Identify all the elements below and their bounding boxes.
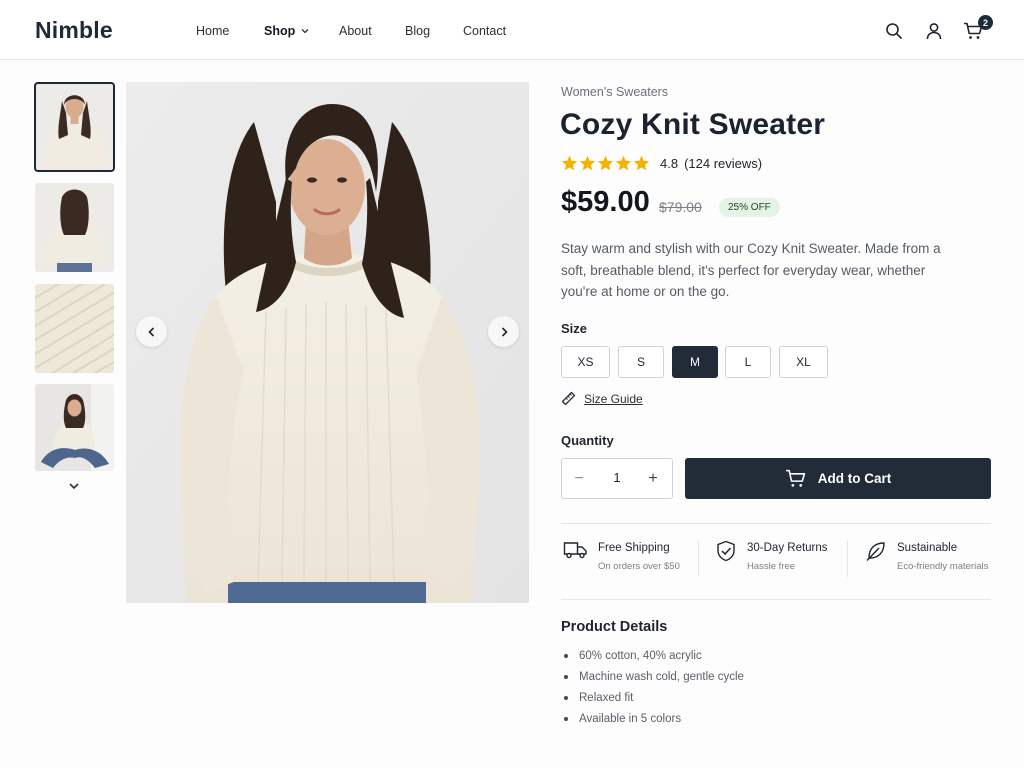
feature-free-shipping: Free Shipping On orders over $50 — [563, 540, 680, 572]
star-icon — [561, 155, 578, 171]
feature-divider — [847, 541, 848, 577]
thumbnail-seated[interactable] — [35, 384, 114, 471]
feature-title: Free Shipping — [598, 542, 670, 554]
ruler-icon — [561, 391, 576, 406]
decrease-quantity-button[interactable]: − — [562, 459, 596, 498]
list-item: Available in 5 colors — [561, 710, 744, 731]
user-icon — [926, 23, 942, 40]
next-image-button[interactable] — [488, 316, 519, 347]
brand-logo[interactable]: Nimble — [35, 17, 113, 44]
feature-sustainable: Sustainable Eco-friendly materials — [865, 540, 988, 572]
rating-stars — [561, 155, 650, 171]
increase-quantity-button[interactable]: + — [636, 459, 670, 498]
nav-about[interactable]: About — [339, 24, 372, 38]
main-product-image — [126, 82, 529, 603]
size-option-xs[interactable]: XS — [561, 346, 610, 378]
divider — [561, 599, 991, 600]
size-guide-link[interactable]: Size Guide — [561, 391, 643, 406]
quantity-stepper: − 1 + — [561, 458, 673, 499]
feature-returns: 30-Day Returns Hassle free — [715, 540, 828, 572]
thumbnail-front[interactable] — [34, 82, 115, 172]
list-item: Relaxed fit — [561, 689, 744, 710]
cart-count-badge: 2 — [978, 15, 993, 30]
feature-title: Sustainable — [897, 542, 958, 554]
product-details-list: 60% cotton, 40% acrylic Machine wash col… — [561, 647, 744, 731]
nav-contact[interactable]: Contact — [463, 24, 506, 38]
star-icon — [579, 155, 596, 171]
list-item: 60% cotton, 40% acrylic — [561, 647, 744, 668]
account-button[interactable] — [923, 20, 945, 42]
size-option-xl[interactable]: XL — [779, 346, 828, 378]
add-to-cart-label: Add to Cart — [817, 471, 892, 486]
current-price: $59.00 — [561, 186, 650, 218]
add-to-cart-button[interactable]: Add to Cart — [685, 458, 991, 499]
size-guide-label: Size Guide — [584, 391, 643, 406]
size-option-l[interactable]: L — [725, 346, 771, 378]
size-option-s[interactable]: S — [618, 346, 664, 378]
search-icon — [886, 23, 902, 39]
thumbnail-back[interactable] — [35, 183, 114, 272]
feature-subtitle: On orders over $50 — [598, 561, 680, 572]
truck-icon — [563, 542, 587, 559]
shield-check-icon — [717, 540, 735, 562]
chevron-down-icon — [69, 483, 79, 490]
star-icon — [615, 155, 632, 171]
leaf-icon — [866, 542, 885, 561]
discount-badge: 25% OFF — [719, 198, 780, 217]
nav-shop-label: Shop — [264, 24, 296, 38]
nav-blog[interactable]: Blog — [405, 24, 430, 38]
product-title: Cozy Knit Sweater — [560, 108, 826, 141]
quantity-label: Quantity — [561, 433, 614, 448]
feature-subtitle: Eco-friendly materials — [897, 561, 989, 572]
thumbnail-texture[interactable] — [35, 284, 114, 373]
product-category[interactable]: Women's Sweaters — [561, 85, 668, 99]
nav-home[interactable]: Home — [196, 24, 229, 38]
nav-shop[interactable]: Shop — [264, 24, 309, 38]
rating-value: 4.8 — [660, 155, 679, 171]
size-option-m[interactable]: M — [672, 346, 718, 378]
chevron-right-icon — [501, 326, 508, 337]
site-header: Nimble Home Shop About Blog Contact 2 — [0, 0, 1024, 60]
size-label: Size — [561, 321, 588, 336]
thumbnails-scroll-down-button[interactable] — [66, 478, 82, 494]
feature-title: 30-Day Returns — [747, 542, 828, 554]
chevron-left-icon — [147, 326, 154, 337]
feature-divider — [698, 541, 699, 577]
review-count-link[interactable]: (124 reviews) — [684, 156, 762, 171]
star-icon — [597, 155, 614, 171]
divider — [561, 523, 991, 524]
search-button[interactable] — [883, 20, 905, 42]
product-rating[interactable]: 4.8 (124 reviews) — [561, 155, 762, 171]
product-description: Stay warm and stylish with our Cozy Knit… — [561, 241, 941, 299]
chevron-down-icon — [301, 29, 309, 34]
previous-image-button[interactable] — [136, 316, 167, 347]
feature-subtitle: Hassle free — [747, 561, 796, 572]
quantity-value[interactable]: 1 — [602, 470, 632, 485]
star-icon — [633, 155, 650, 171]
product-details-title: Product Details — [561, 619, 668, 635]
original-price: $79.00 — [659, 199, 702, 215]
cart-icon — [785, 469, 805, 487]
list-item: Machine wash cold, gentle cycle — [561, 668, 744, 689]
